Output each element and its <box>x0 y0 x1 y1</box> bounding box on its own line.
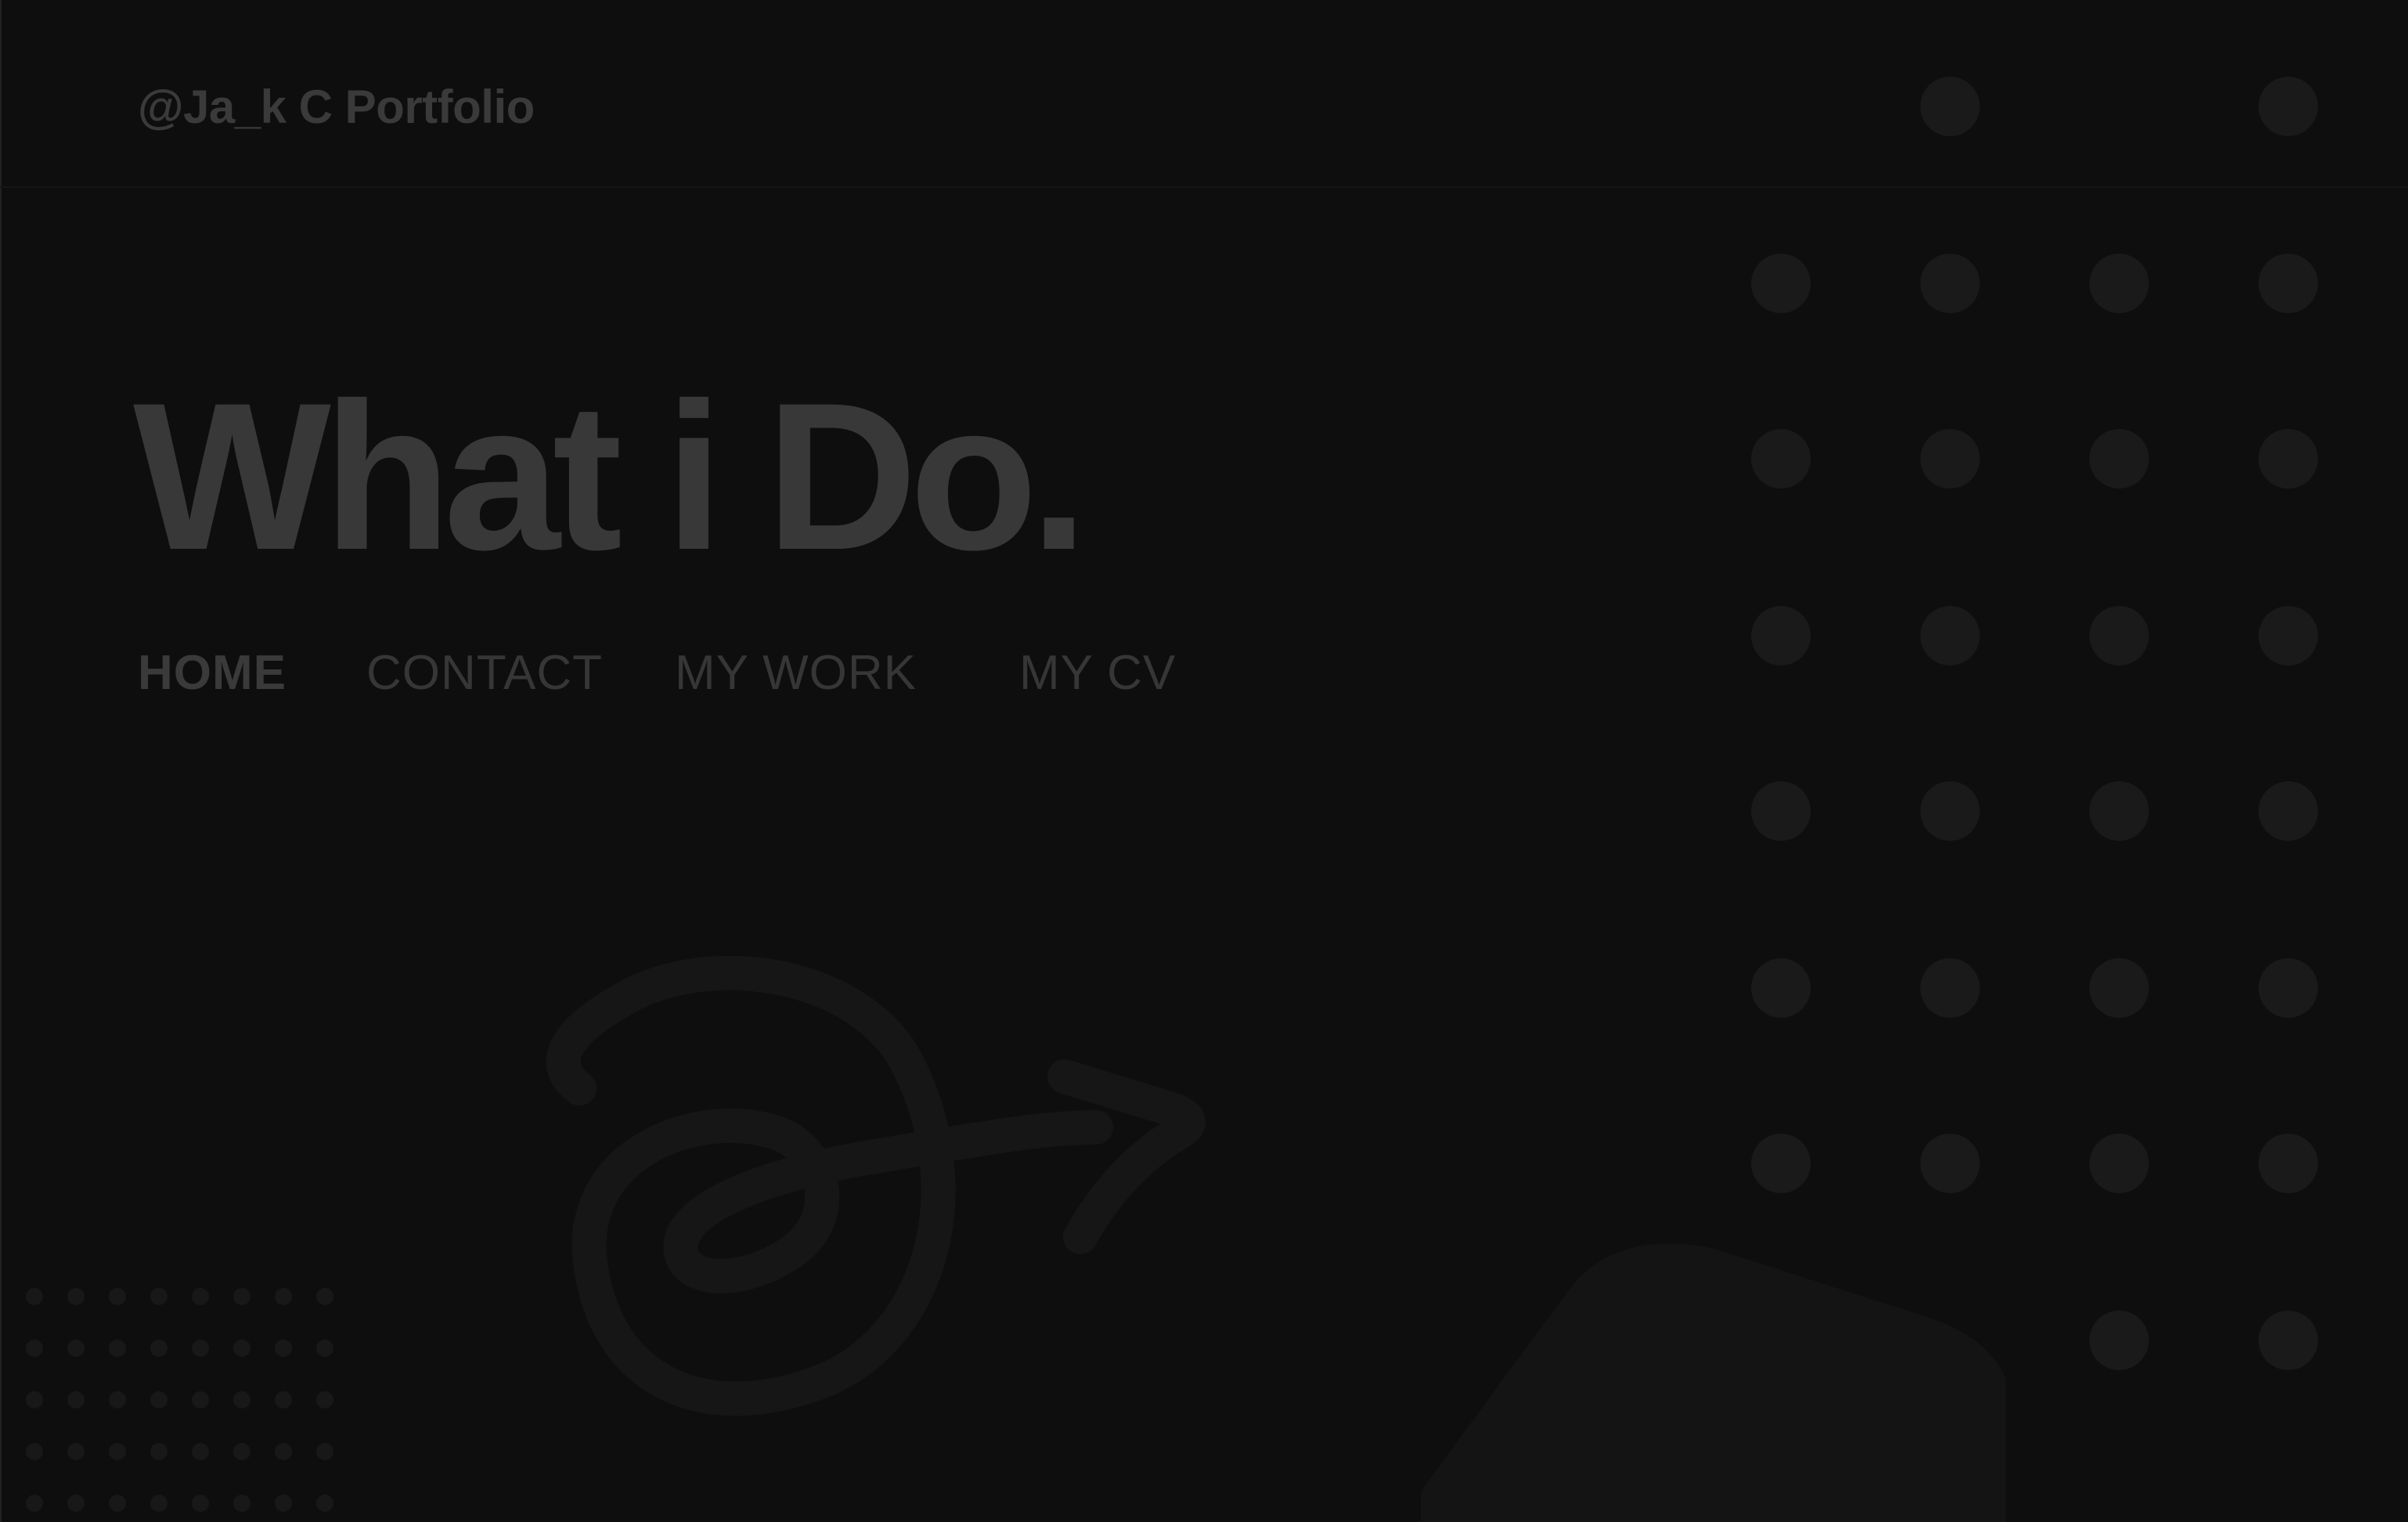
decor-small-dot <box>192 1391 209 1408</box>
decor-small-dot <box>275 1443 292 1460</box>
decor-dot <box>1751 606 1811 665</box>
decor-small-dot <box>67 1288 85 1305</box>
decor-small-dot <box>150 1288 168 1305</box>
page: @Ja_k C Portfolio What i Do. HOME CONTAC… <box>0 0 2408 1522</box>
decor-small-dot <box>275 1288 292 1305</box>
nav-item-contact[interactable]: CONTACT <box>366 644 603 703</box>
rounded-shape-icon <box>1421 1243 2006 1522</box>
decor-small-dot <box>150 1340 168 1357</box>
decor-small-dot <box>316 1391 333 1408</box>
decor-dot <box>2258 254 2318 313</box>
decor-dot <box>2089 254 2149 313</box>
nav-item-home[interactable]: HOME <box>138 644 287 703</box>
decor-small-dot <box>192 1443 209 1460</box>
decor-small-dot <box>192 1288 209 1305</box>
decor-small-dot <box>109 1391 126 1408</box>
decor-small-dot <box>275 1495 292 1512</box>
decor-small-dot <box>109 1288 126 1305</box>
decor-small-dot <box>150 1495 168 1512</box>
decor-small-dot <box>316 1495 333 1512</box>
decor-small-dot <box>233 1443 251 1460</box>
dot-grid-icon <box>1751 77 2318 1370</box>
decor-small-dot <box>109 1495 126 1512</box>
decor-small-dot <box>233 1288 251 1305</box>
brand-logo-text[interactable]: @Ja_k C Portfolio <box>138 80 535 135</box>
decor-dot <box>1920 429 1980 489</box>
decor-small-dot <box>109 1443 126 1460</box>
decor-dot <box>1751 429 1811 489</box>
decor-small-dot <box>233 1340 251 1357</box>
decor-dot <box>2258 1311 2318 1370</box>
decor-dot <box>1751 254 1811 313</box>
decor-dot <box>1751 958 1811 1018</box>
decor-dot <box>1751 1134 1811 1193</box>
decor-small-dot <box>275 1340 292 1357</box>
decor-dot <box>2258 606 2318 665</box>
decor-small-dot <box>26 1495 43 1512</box>
decor-dot <box>1751 781 1811 841</box>
decor-small-dot <box>67 1391 85 1408</box>
page-title: What i Do. <box>133 359 1088 593</box>
background-decor <box>26 77 2318 1522</box>
decor-dot <box>2089 606 2149 665</box>
decor-dot <box>2089 1134 2149 1193</box>
decor-dot <box>2089 429 2149 489</box>
decor-small-dot <box>233 1391 251 1408</box>
decor-dot <box>2258 781 2318 841</box>
decor-dot <box>1920 781 1980 841</box>
decor-small-dot <box>26 1288 43 1305</box>
decor-small-dot <box>109 1340 126 1357</box>
small-dot-grid-icon <box>26 1288 333 1512</box>
decor-small-dot <box>192 1340 209 1357</box>
decor-small-dot <box>316 1340 333 1357</box>
decor-dot <box>1920 1134 1980 1193</box>
decor-dot <box>2258 958 2318 1018</box>
top-bar: @Ja_k C Portfolio <box>0 0 2408 188</box>
decor-dot <box>1920 254 1980 313</box>
decor-small-dot <box>316 1443 333 1460</box>
nav-item-my-cv[interactable]: MY CV <box>1019 644 1176 703</box>
decor-dot <box>1920 958 1980 1018</box>
decor-small-dot <box>26 1391 43 1408</box>
decor-small-dot <box>26 1443 43 1460</box>
decor-small-dot <box>67 1340 85 1357</box>
decor-small-dot <box>67 1443 85 1460</box>
decor-dot <box>2258 1134 2318 1193</box>
decor-dot <box>2089 781 2149 841</box>
nav-item-my-work[interactable]: MY WORK <box>675 644 917 703</box>
decor-small-dot <box>275 1391 292 1408</box>
decor-dot <box>2258 429 2318 489</box>
decor-dot <box>1920 606 1980 665</box>
decor-small-dot <box>67 1495 85 1512</box>
decor-small-dot <box>150 1443 168 1460</box>
scribble-arrow-icon <box>546 955 1206 1416</box>
decor-dot <box>2089 1311 2149 1370</box>
decor-small-dot <box>26 1340 43 1357</box>
decor-dot <box>2089 958 2149 1018</box>
decor-small-dot <box>192 1495 209 1512</box>
decor-small-dot <box>316 1288 333 1305</box>
decor-small-dot <box>150 1391 168 1408</box>
decor-small-dot <box>233 1495 251 1512</box>
